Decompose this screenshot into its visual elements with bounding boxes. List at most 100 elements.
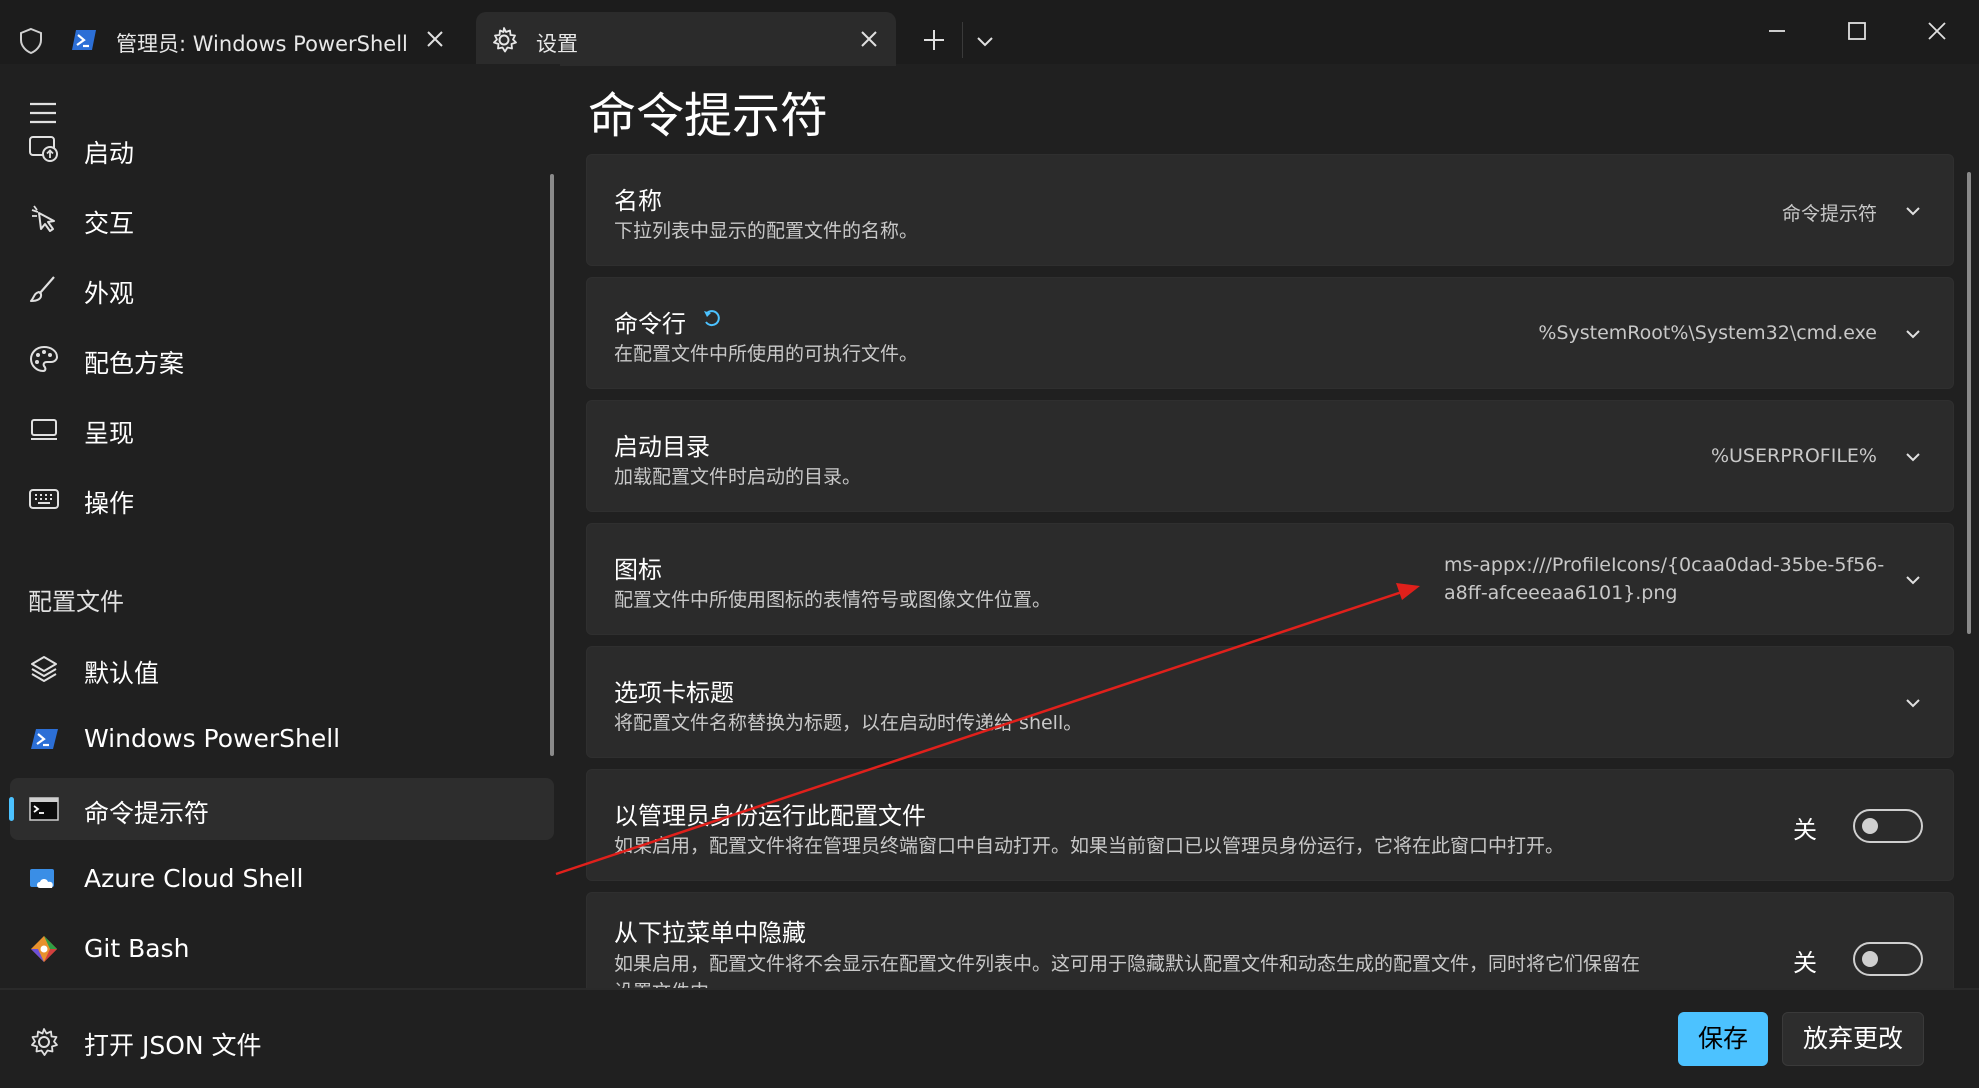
title-bar: 管理员: Windows PowerShell 设置 [0,0,1979,66]
minimize-button[interactable] [1764,18,1790,44]
startup-icon [29,136,58,162]
azure-icon [30,869,54,888]
toggle-knob [1862,951,1878,967]
nav-scrollbar[interactable] [550,174,554,756]
setting-starting-directory[interactable]: 启动目录 加载配置文件时启动的目录。 %USERPROFILE% [586,400,1954,512]
setting-title: 图标 [614,556,662,584]
tab-label: 设置 [536,32,578,56]
toggle-state-label: 关 [1793,816,1817,844]
setting-title: 以管理员身份运行此配置文件 [614,802,926,830]
run-as-admin-toggle[interactable] [1853,809,1923,843]
nav-item-label: Azure Cloud Shell [84,864,304,893]
setting-title: 从下拉菜单中隐藏 [614,919,806,947]
nav-item-label: 默认值 [84,659,160,688]
discard-changes-button[interactable]: 放弃更改 [1782,1012,1924,1066]
setting-title: 选项卡标题 [614,679,734,707]
setting-icon[interactable]: 图标 配置文件中所使用图标的表情符号或图像文件位置。 ms-appx:///Pr… [586,523,1954,635]
setting-description: 将配置文件名称替换为标题，以在启动时传递给 shell。 [614,712,1083,734]
nav-item-windows-powershell[interactable]: Windows PowerShell [10,708,554,770]
gear-icon [493,27,517,53]
nav-item-defaults[interactable]: 默认值 [10,638,554,700]
toggle-knob [1862,818,1878,834]
open-json-label: 打开 JSON 文件 [84,1031,262,1060]
tab-label: 管理员: Windows PowerShell [116,32,408,56]
interaction-icon [31,205,55,232]
setting-value: 命令提示符 [1781,203,1877,225]
shield-icon [20,27,42,55]
nav-item-label: 启动 [84,139,135,168]
tab-separator [962,22,963,58]
tab-powershell[interactable]: 管理员: Windows PowerShell [62,12,462,66]
nav-item-appearance[interactable]: 外观 [10,258,554,320]
nav-item-git-bash[interactable]: Git Bash [10,918,554,980]
page-title: 命令提示符 [588,88,829,144]
setting-name[interactable]: 名称 下拉列表中显示的配置文件的名称。 命令提示符 [586,154,1954,266]
nav-item-label: 外观 [84,279,135,308]
nav-item-interaction[interactable]: 交互 [10,188,554,250]
setting-value: %SystemRoot%\System32\cmd.exe [1538,322,1877,344]
setting-description-line2: 设置文件中。 [614,977,728,988]
chevron-down-icon[interactable] [1903,324,1923,344]
powershell-icon [72,30,96,50]
setting-description: 在配置文件中所使用的可执行文件。 [614,343,919,365]
setting-description: 如果启用，配置文件将在管理员终端窗口中自动打开。如果当前窗口已以管理员身份运行，… [614,835,1565,857]
nav-item-label: 交互 [84,209,135,238]
setting-description: 下拉列表中显示的配置文件的名称。 [614,220,919,242]
nav-section-profiles: 配置文件 [28,588,124,616]
nav-item-azure-cloud-shell[interactable]: Azure Cloud Shell [10,848,554,910]
chevron-down-icon[interactable] [1903,447,1923,467]
bottom-bar: 打开 JSON 文件 保存 放弃更改 [0,988,1979,1088]
reset-icon[interactable] [701,308,723,330]
gear-icon [31,1028,58,1056]
setting-value-line1: ms-appx:///ProfileIcons/{0caa0dad-35be-5… [1444,554,1885,576]
nav-item-color-schemes[interactable]: 配色方案 [10,328,554,390]
setting-hide-from-dropdown: 从下拉菜单中隐藏 如果启用，配置文件将不会显示在配置文件列表中。这可用于隐藏默认… [586,892,1954,988]
setting-value-line2: a8ff-afceeeaa6101}.png [1444,582,1678,604]
close-window-button[interactable] [1924,18,1950,44]
brush-icon [30,276,55,302]
setting-value: %USERPROFILE% [1710,445,1877,467]
nav-item-actions[interactable]: 操作 [10,468,554,530]
layers-icon [31,656,57,682]
setting-tab-title[interactable]: 选项卡标题 将配置文件名称替换为标题，以在启动时传递给 shell。 [586,646,1954,758]
powershell-icon [31,729,58,749]
hide-from-dropdown-toggle[interactable] [1853,942,1923,976]
chevron-down-icon[interactable] [972,28,998,54]
save-button[interactable]: 保存 [1678,1012,1768,1066]
monitor-icon [31,419,57,440]
setting-title: 命令行 [614,310,686,338]
setting-title: 名称 [614,187,662,215]
palette-icon [29,345,59,373]
new-tab-button[interactable] [920,26,948,54]
nav-item-rendering[interactable]: 呈现 [10,398,554,460]
nav-item-label: 操作 [84,489,135,518]
cmd-icon [29,797,59,821]
setting-description-line1: 如果启用，配置文件将不会显示在配置文件列表中。这可用于隐藏默认配置文件和动态生成… [614,953,1641,975]
open-json-file-button[interactable]: 打开 JSON 文件 [22,1020,442,1064]
close-icon[interactable] [424,28,446,50]
settings-nav: 启动 交互 外观 配色方案 呈现 操作 配置文件 默认值 Windows Pow… [0,64,560,988]
nav-item-command-prompt[interactable]: 命令提示符 [9,778,554,840]
nav-item-startup[interactable]: 启动 [10,118,554,180]
toggle-state-label: 关 [1793,949,1817,977]
nav-item-label: 呈现 [84,419,135,448]
keyboard-icon [29,489,59,509]
setting-title: 启动目录 [614,433,710,461]
maximize-button[interactable] [1844,18,1870,44]
chevron-down-icon[interactable] [1903,693,1923,713]
git-icon [31,936,57,962]
setting-command-line[interactable]: 命令行 在配置文件中所使用的可执行文件。 %SystemRoot%\System… [586,277,1954,389]
chevron-down-icon[interactable] [1903,201,1923,221]
main-scrollbar[interactable] [1967,172,1971,634]
settings-list: 名称 下拉列表中显示的配置文件的名称。 命令提示符 命令行 在配置文件中所使用的… [586,154,1954,988]
nav-item-label: 配色方案 [84,349,185,378]
nav-item-label: Windows PowerShell [84,724,341,753]
setting-description: 配置文件中所使用图标的表情符号或图像文件位置。 [614,589,1052,611]
setting-run-as-admin: 以管理员身份运行此配置文件 如果启用，配置文件将在管理员终端窗口中自动打开。如果… [586,769,1954,881]
nav-item-label: Git Bash [84,934,190,963]
close-icon[interactable] [858,28,880,50]
tab-settings[interactable]: 设置 [476,12,896,66]
setting-description: 加载配置文件时启动的目录。 [614,466,862,488]
nav-item-label: 命令提示符 [84,799,210,828]
chevron-down-icon[interactable] [1903,570,1923,590]
